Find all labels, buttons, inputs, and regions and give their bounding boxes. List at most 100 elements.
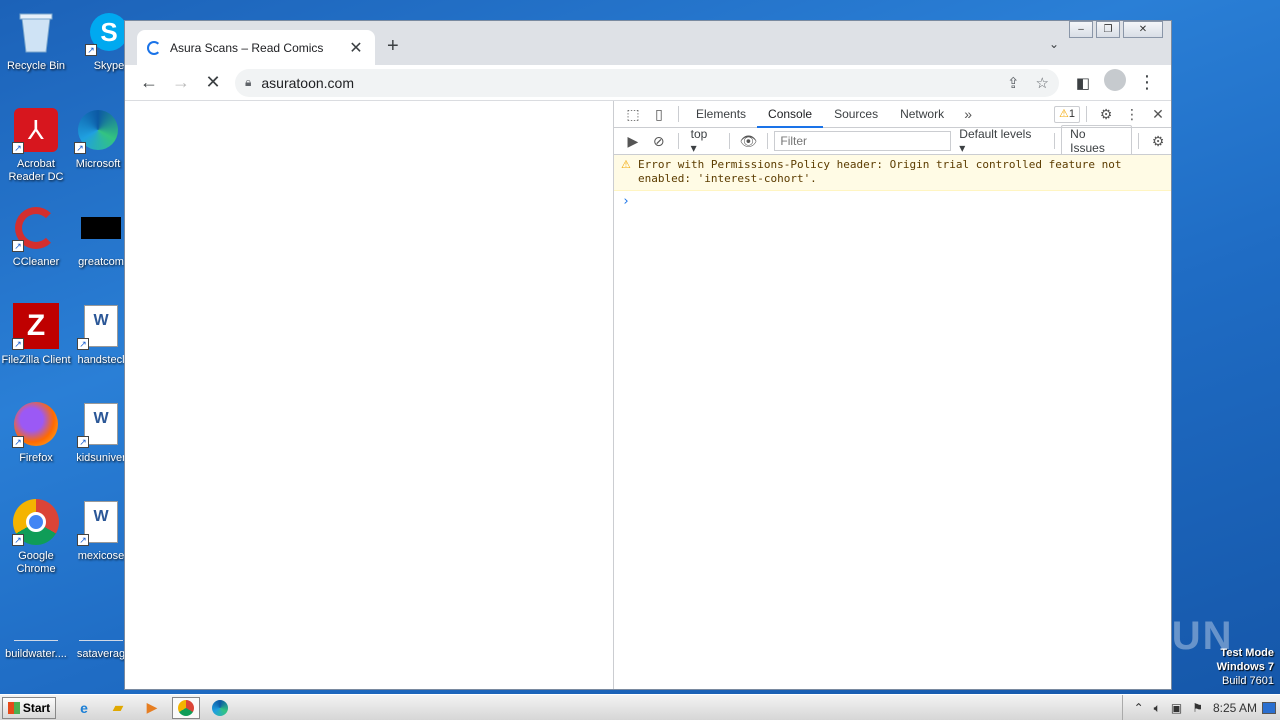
clear-console-icon[interactable]: ⊘ [646, 133, 672, 150]
forward-button[interactable]: → [165, 72, 197, 93]
desktop-icon-recycle-bin[interactable]: Recycle Bin [0, 8, 72, 73]
divider [767, 133, 769, 149]
warning-icon: ⚠ [1059, 107, 1069, 120]
edge-icon: ↗ [74, 106, 122, 154]
ccleaner-icon: ↗ [12, 204, 60, 252]
address-bar[interactable]: 🔒︎ asuratoon.com ⇪ ☆ [235, 68, 1059, 97]
context-selector[interactable]: top ▾ [685, 127, 723, 155]
console-filter-input[interactable] [774, 131, 952, 151]
taskbar: Start e ▰ ▶ ⌃ 🔈︎ ▣ ⚑ 8:25 AM [0, 694, 1280, 720]
tab-console[interactable]: Console [757, 101, 824, 128]
divider [1054, 133, 1056, 149]
firefox-icon: ↗ [12, 400, 60, 448]
close-devtools-icon[interactable]: ✕ [1145, 106, 1171, 123]
web-page-viewport[interactable] [125, 101, 614, 689]
taskbar-chrome-icon[interactable] [172, 696, 200, 719]
word-doc-icon: W ↗ [77, 498, 125, 546]
filezilla-icon: Z ↗ [12, 302, 60, 350]
loading-spinner-icon [147, 40, 161, 55]
context-value: top [690, 127, 708, 141]
start-button[interactable]: Start [2, 696, 56, 719]
watermark-line1: Test Mode [1220, 647, 1274, 659]
content-area: ⬚ ▯ Elements Console Sources Network » ⚠… [125, 101, 1171, 689]
test-mode-watermark: Test Mode Windows 7 Build 7601 [1217, 646, 1274, 688]
console-prompt[interactable]: › [614, 191, 1171, 212]
profile-button[interactable] [1099, 69, 1131, 96]
desktop-icon-firefox[interactable]: ↗ Firefox [0, 400, 72, 465]
desktop-icon-chrome[interactable]: ↗ Google Chrome [0, 498, 72, 576]
file-icon [77, 596, 125, 644]
acrobat-icon: ⅄ ↗ [12, 106, 60, 154]
tab-sources[interactable]: Sources [823, 101, 889, 128]
show-sidebar-icon[interactable]: ▶ [620, 133, 646, 150]
log-levels-label: Default levels [959, 127, 1032, 141]
chrome-window: Asura Scans – Read Comics ✕ + ⌄ – ❐ ✕ ← … [124, 20, 1172, 690]
side-panel-icon[interactable]: ◧ [1067, 74, 1099, 92]
menu-kebab-icon[interactable]: ⋮ [1131, 72, 1163, 93]
action-center-flag-icon[interactable]: ⚑ [1192, 701, 1203, 715]
share-icon[interactable]: ⇪ [1007, 74, 1020, 92]
devtools-panel: ⬚ ▯ Elements Console Sources Network » ⚠… [614, 101, 1171, 689]
desktop-icon-label: Recycle Bin [6, 60, 66, 72]
devtools-menu-icon[interactable]: ⋮ [1119, 106, 1145, 123]
lock-icon[interactable]: 🔒︎ [245, 75, 251, 90]
warning-count-badge[interactable]: ⚠1 [1054, 105, 1080, 123]
volume-icon[interactable]: 🔈︎ [1154, 701, 1161, 716]
desktop-icon-label: CCleaner [12, 256, 60, 268]
back-button[interactable]: ← [133, 72, 165, 93]
live-expression-eye-icon[interactable]: 👁︎ [736, 133, 762, 150]
device-toolbar-icon[interactable]: ▯ [646, 106, 672, 123]
more-tabs-icon[interactable]: » [955, 106, 981, 122]
console-message-text: Error with Permissions-Policy header: Or… [638, 158, 1122, 185]
chrome-icon: ↗ [12, 498, 60, 546]
tab-network[interactable]: Network [889, 101, 955, 128]
tab-close-icon[interactable]: ✕ [347, 38, 365, 58]
desktop-icon-ccleaner[interactable]: ↗ CCleaner [0, 204, 72, 269]
log-levels-dropdown[interactable]: Default levels ▾ [951, 127, 1048, 155]
console-settings-gear-icon[interactable]: ⚙ [1145, 133, 1171, 150]
desktop-icon-buildwater[interactable]: buildwater.... [0, 596, 72, 661]
new-tab-button[interactable]: + [387, 35, 399, 58]
desktop-icon-filezilla[interactable]: Z ↗ FileZilla Client [0, 302, 72, 367]
clock[interactable]: 8:25 AM [1213, 701, 1257, 715]
desktop-icon-label: Google Chrome [16, 550, 56, 575]
devtools-tabbar: ⬚ ▯ Elements Console Sources Network » ⚠… [614, 101, 1171, 128]
file-icon [12, 596, 60, 644]
close-window-button[interactable]: ✕ [1123, 21, 1163, 38]
browser-tab[interactable]: Asura Scans – Read Comics ✕ [137, 30, 375, 65]
avatar [1104, 69, 1126, 91]
issues-button[interactable]: No Issues [1061, 125, 1133, 157]
taskbar-explorer-icon[interactable]: ▰ [104, 697, 132, 719]
watermark-line3: Build 7601 [1222, 675, 1274, 687]
window-controls: – ❐ ✕ [1069, 21, 1163, 38]
console-toolbar: ▶ ⊘ top ▾ 👁︎ Default levels ▾ No Issues … [614, 125, 1171, 157]
tab-search-chevron-icon[interactable]: ⌄ [1049, 37, 1059, 51]
browser-toolbar: ← → ✕ 🔒︎ asuratoon.com ⇪ ☆ ◧ ⋮ [125, 65, 1171, 101]
minimize-button[interactable]: – [1069, 21, 1093, 38]
divider [1086, 106, 1087, 122]
console-warning-message[interactable]: ⚠ Error with Permissions-Policy header: … [614, 155, 1171, 191]
desktop-icon-label: Firefox [19, 452, 53, 464]
taskbar-media-player-icon[interactable]: ▶ [138, 697, 166, 719]
watermark-line2: Windows 7 [1216, 661, 1274, 673]
url-text[interactable]: asuratoon.com [261, 75, 991, 91]
divider [677, 133, 679, 149]
warning-count: 1 [1068, 107, 1075, 120]
start-label: Start [22, 700, 51, 715]
inspect-element-icon[interactable]: ⬚ [620, 106, 646, 123]
settings-gear-icon[interactable]: ⚙ [1093, 106, 1119, 123]
maximize-button[interactable]: ❐ [1096, 21, 1120, 38]
taskbar-ie-icon[interactable]: e [70, 697, 98, 719]
tray-expand-icon[interactable]: ⌃ [1134, 701, 1144, 715]
tab-title: Asura Scans – Read Comics [170, 40, 324, 55]
taskbar-edge-icon[interactable] [206, 697, 234, 719]
stop-loading-button[interactable]: ✕ [197, 72, 229, 93]
file-icon [77, 204, 125, 252]
bookmark-star-icon[interactable]: ☆ [1036, 74, 1049, 92]
tab-elements[interactable]: Elements [685, 101, 757, 128]
network-icon[interactable]: ▣ [1171, 701, 1182, 715]
desktop-icon-label: FileZilla Client [1, 354, 71, 366]
show-desktop-icon[interactable] [1262, 702, 1276, 714]
divider [728, 133, 730, 149]
divider [1138, 133, 1140, 149]
